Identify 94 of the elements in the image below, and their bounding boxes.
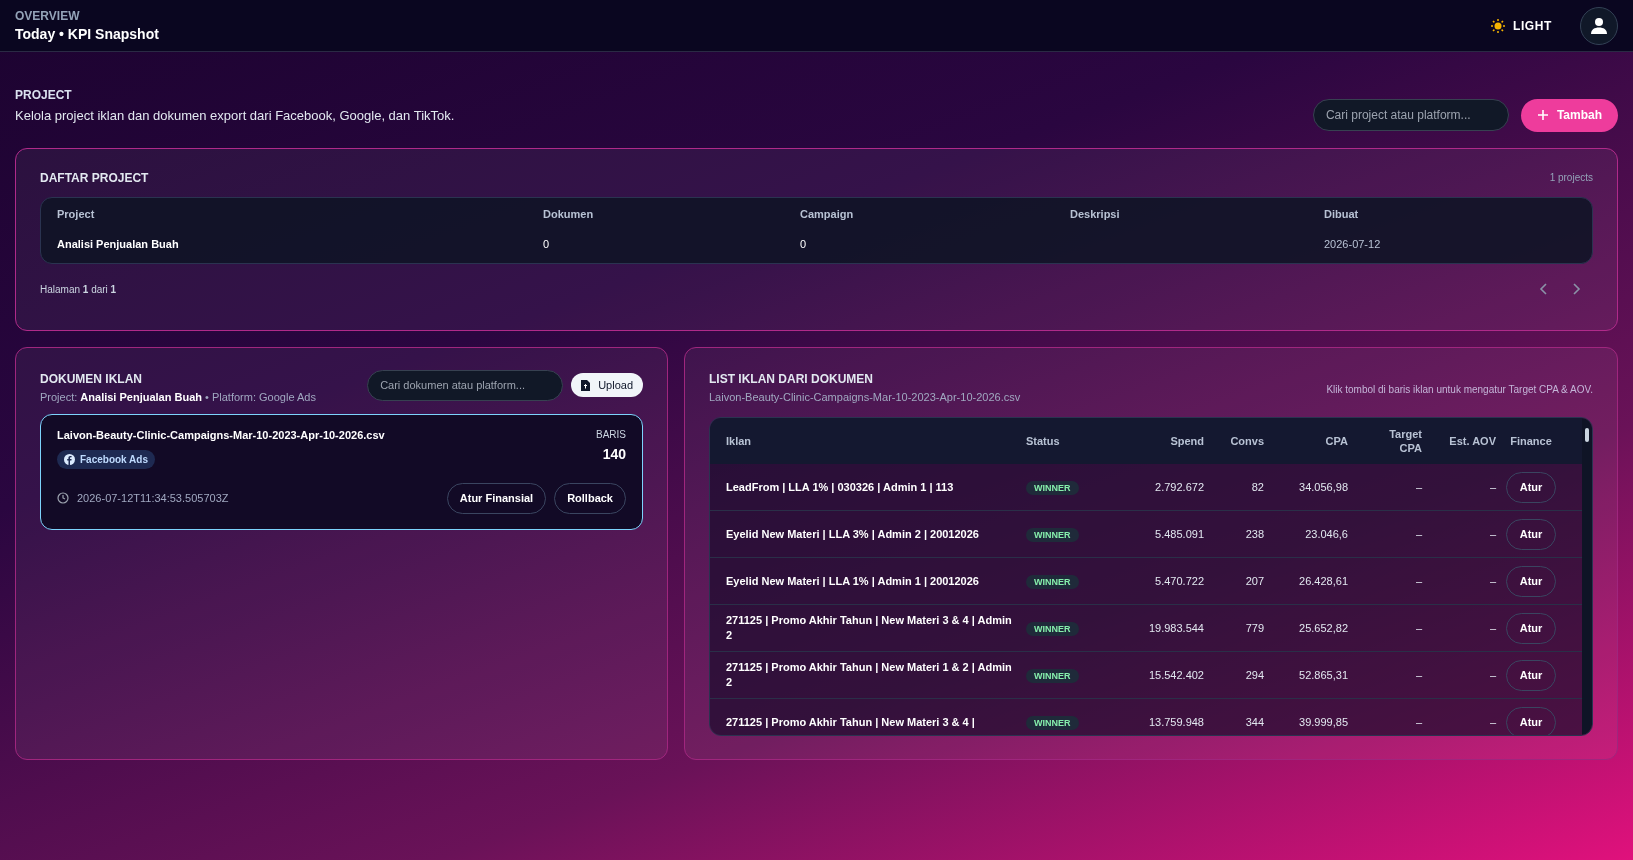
timestamp: 2026-07-12T11:34:53.505703Z (77, 490, 229, 506)
previous-button[interactable] (1539, 283, 1549, 295)
table-cell-text: – (1488, 667, 1496, 683)
page-eyebrow: OVERVIEW (15, 7, 81, 24)
column-header: Dibuat (1324, 206, 1360, 222)
section-title: PROJECT (15, 87, 73, 104)
table-cell-text: 23.046,6 (1304, 526, 1348, 542)
table-cell-text: 294 (1244, 667, 1264, 683)
table-cell-text: 13.759.948 (1147, 714, 1204, 730)
scrollbar[interactable] (1582, 418, 1592, 735)
table-cell-text: – (1414, 573, 1422, 589)
table-cell-text: 779 (1244, 620, 1264, 636)
table-cell-text: 207 (1244, 573, 1264, 589)
ad-name: 271125 | Promo Akhir Tahun | New Materi 3 & 4 | Admin 2 (726, 613, 1013, 643)
table-cell-text: – (1488, 526, 1496, 542)
ad-name: 271125 | Promo Akhir Tahun | New Materi 3 & 4 | (726, 714, 976, 730)
table-cell-text: 0 (543, 237, 551, 252)
column-header: Project (57, 206, 96, 222)
status-badge: WINNER (1026, 574, 1079, 589)
table-cell-text: 82 (1250, 479, 1264, 495)
ad-name: Eyelid New Materi | LLA 3% | Admin 2 | 20012026 (726, 526, 980, 542)
avatar-button[interactable] (1580, 6, 1618, 45)
table-cell-text: 0 (800, 237, 808, 252)
rows-label: BARIS (596, 428, 626, 442)
table-cell-text: 5.485.091 (1154, 526, 1204, 542)
rows-count: 140 (602, 445, 626, 464)
card-subtitle: Project: Analisi Penjualan Buah • Platform: Google Ads (40, 389, 316, 405)
facebook-icon (64, 453, 75, 465)
sun-icon (1491, 18, 1505, 33)
column-header: Deskripsi (1070, 206, 1121, 222)
table-cell-text: – (1488, 714, 1496, 730)
section-description: Kelola project iklan dan dokumen export dari Facebook, Google, dan TikTok. (15, 107, 455, 125)
ad-name: 271125 | Promo Akhir Tahun | New Materi 1 & 2 | Admin 2 (726, 660, 1013, 690)
table-cell-text: 26.428,61 (1298, 573, 1348, 589)
column-header: Finance (1509, 434, 1553, 448)
document-filename: Laivon-Beauty-Clinic-Campaigns-Mar-10-2023-Apr-10-2026.csv (57, 428, 385, 443)
table-cell-text: 2026-07-12 (1324, 237, 1382, 252)
column-header: Convs (1229, 434, 1264, 448)
card-title: DAFTAR PROJECT (40, 169, 149, 187)
card-subtitle: Laivon-Beauty-Clinic-Campaigns-Mar-10-2023-Apr-10-2026.csv (709, 389, 1021, 405)
table-cell-text: – (1414, 667, 1422, 683)
next-button[interactable] (1571, 283, 1581, 295)
hint-text: Klik tombol di baris iklan untuk mengatur Target CPA & AOV. (1326, 382, 1593, 397)
table-cell-text: 238 (1244, 526, 1264, 542)
plus-icon (1536, 109, 1549, 121)
project-name[interactable]: Analisi Penjualan Buah (57, 236, 543, 253)
pagination-text: Halaman 1 dari 1 (40, 282, 117, 297)
search-field[interactable]: Cari dokumen atau platform... (367, 369, 564, 401)
table-cell-text: 34.056,98 (1298, 479, 1348, 495)
clock-icon (57, 492, 69, 504)
column-header: Campaign (800, 206, 855, 222)
column-header: Iklan (726, 434, 753, 448)
add-button[interactable]: Tambah (1520, 98, 1618, 132)
status-badge: WINNER (1026, 621, 1079, 636)
column-header: Spend (1169, 434, 1204, 448)
table-cell-text: – (1414, 526, 1422, 542)
column-header: CPA (1324, 434, 1348, 448)
ad-name: LeadFrom | LLA 1% | 030326 | Admin 1 | 113 (726, 479, 955, 495)
table-cell-text: – (1414, 479, 1422, 495)
chevron-right-icon (1571, 283, 1581, 295)
table-cell-text: 39.999,85 (1298, 714, 1348, 730)
table-cell-text: 15.542.402 (1147, 667, 1204, 683)
theme-toggle[interactable]: LIGHT (1491, 16, 1552, 35)
table-cell-text: – (1488, 479, 1496, 495)
table-cell-text: 344 (1244, 714, 1264, 730)
table-cell-text: – (1414, 714, 1422, 730)
table-cell-text: 5.470.722 (1154, 573, 1204, 589)
user-icon (1590, 16, 1608, 35)
chevron-left-icon (1539, 283, 1549, 295)
card-title: LIST IKLAN DARI DOKUMEN (709, 370, 874, 388)
upload-button[interactable]: Upload (571, 373, 643, 397)
column-header: Target CPA (1388, 427, 1422, 455)
status-badge: WINNER (1026, 715, 1079, 730)
status-badge: WINNER (1026, 668, 1079, 683)
table-cell-text: – (1488, 573, 1496, 589)
column-header: Est. AOV (1448, 434, 1496, 448)
status-badge: WINNER (1026, 527, 1079, 542)
column-header: Dokumen (543, 206, 595, 222)
document-item[interactable]: Laivon-Beauty-Clinic-Campaigns-Mar-10-2023-Apr-10-2026.csv Facebook Ads BARIS 140 2026-07-12T11:34:53.505703Z Atur Finansial Rollback (40, 414, 643, 530)
status-badge: WINNER (1026, 480, 1079, 495)
table-cell-text: – (1414, 620, 1422, 636)
table-cell-text: 2.792.672 (1154, 479, 1204, 495)
file-upload-icon (581, 379, 591, 391)
table-cell-text: 25.652,82 (1298, 620, 1348, 636)
table-cell-text: 19.983.544 (1147, 620, 1204, 636)
table-cell-text: – (1488, 620, 1496, 636)
project-count: 1 projects (1549, 171, 1593, 185)
platform-badge: Facebook Ads (57, 449, 155, 469)
column-header: Status (1026, 434, 1061, 448)
page-title: Today • KPI Snapshot (15, 24, 159, 44)
ad-name: Eyelid New Materi | LLA 1% | Admin 1 | 20012026 (726, 573, 980, 589)
card-title: DOKUMEN IKLAN (40, 370, 143, 388)
search-field[interactable]: Cari project atau platform... (1312, 99, 1509, 131)
table-cell-text: 52.865,31 (1298, 667, 1348, 683)
